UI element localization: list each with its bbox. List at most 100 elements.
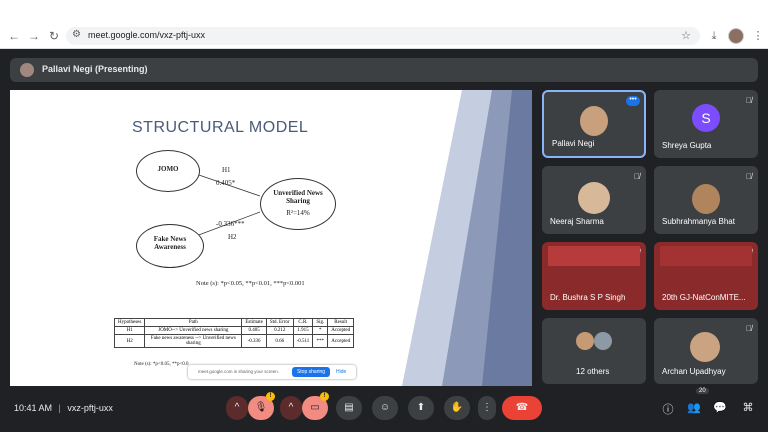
table-cell: Accepted [327, 334, 355, 348]
hide-link[interactable]: Hide [336, 369, 346, 375]
unverified-node: Unverified News Sharing R²=14% [260, 178, 336, 230]
activities-icon[interactable]: ⌘ [740, 401, 756, 414]
mic-options-button[interactable]: ^ [226, 396, 248, 420]
camera-options-button[interactable]: ^ [280, 396, 302, 420]
presenter-label: Pallavi Negi (Presenting) [42, 64, 148, 74]
table-header: Sig. [312, 318, 329, 327]
separator: | [58, 403, 61, 413]
site-info-icon[interactable]: ⚙ [72, 29, 81, 40]
download-icon[interactable]: ⤓ [706, 28, 722, 44]
table-cell: H1 [113, 326, 146, 335]
table-cell: *** [312, 334, 329, 348]
participant-video [548, 246, 640, 266]
jomo-node: JOMO [136, 150, 200, 192]
forward-icon[interactable]: → [26, 28, 42, 44]
table-header: Hypotheses [113, 318, 146, 327]
more-options-button[interactable]: ⋮ [478, 396, 496, 420]
table-header: C.R. [292, 318, 314, 327]
table-cell: * [312, 326, 329, 335]
participant-name: Shreya Gupta [662, 141, 712, 150]
table-cell: 0.405 [241, 326, 267, 335]
participant-video [692, 184, 720, 214]
h1-label: H1 [222, 166, 231, 174]
meeting-details-icon[interactable]: ⓘ [660, 401, 676, 417]
participant-avatar [594, 332, 612, 350]
captions-button[interactable]: ▤ [336, 396, 362, 420]
results-table: Hypotheses Path Estimate Std. Error C.R.… [113, 318, 355, 348]
participant-tile[interactable]: 🎙̸ S Shreya Gupta [654, 90, 758, 158]
participant-video [578, 182, 610, 214]
participant-tile[interactable]: 🎙̸ Subhrahmanya Bhat [654, 166, 758, 234]
table-cell: -0.336 [241, 334, 267, 348]
r2-label: R²=14% [286, 209, 310, 217]
table-cell: 0.66 [265, 334, 294, 348]
participant-name: 20th GJ-NatConMITE... [662, 293, 746, 302]
table-header-row: Hypotheses Path Estimate Std. Error C.R.… [113, 318, 355, 327]
chat-icon[interactable]: 💬 [712, 401, 728, 414]
participant-tile[interactable]: ••• Pallavi Negi [542, 90, 646, 158]
share-notice: meet.google.com is sharing your screen. … [188, 365, 356, 379]
table-note: Note (s): *p<0.05, **p<0.0 [134, 362, 189, 367]
significance-note: Note (s): *p<0.05, **p<0.01, ***p<0.001 [196, 280, 305, 287]
fake-news-node: Fake News Awareness [136, 224, 204, 268]
back-icon[interactable]: ← [6, 28, 22, 44]
stop-sharing-button[interactable]: Stop sharing [292, 367, 330, 377]
participant-video [660, 246, 752, 266]
participant-video [690, 332, 720, 362]
table-cell: Fake news awareness --> Unverified news … [144, 334, 243, 348]
h1-value: 0.405* [216, 179, 236, 187]
table-row: H2 Fake news awareness --> Unverified ne… [113, 334, 355, 348]
jomo-label: JOMO [157, 165, 179, 173]
table-cell: Accepted [327, 326, 355, 335]
fake-news-label: Fake News Awareness [153, 235, 187, 251]
mic-warning-icon: ! [266, 392, 275, 401]
browser-toolbar: ← → ↻ ⚙ meet.google.com/vxz-pftj-uxx ☆ ⤓… [0, 24, 768, 49]
presenter-avatar [20, 63, 34, 77]
reload-icon[interactable]: ↻ [46, 28, 62, 44]
menu-kebab-icon[interactable]: ⋮ [750, 28, 766, 44]
share-notice-text: meet.google.com is sharing your screen. [198, 369, 280, 374]
table-cell: JOMO--> Unverified news sharing [144, 326, 243, 335]
meeting-code: vxz-pftj-uxx [67, 403, 113, 413]
h2-value: -0.336*** [216, 220, 245, 228]
participant-tile[interactable]: 🎙̸ Archan Upadhyay [654, 318, 758, 384]
table-cell: 0.212 [265, 326, 294, 335]
table-cell: 1.915 [292, 326, 314, 335]
participant-name: Archan Upadhyay [662, 367, 726, 376]
participant-tile[interactable]: 🎙̸ 20th GJ-NatConMITE... [654, 242, 758, 310]
table-header: Result [327, 318, 355, 327]
more-options-icon[interactable]: ••• [626, 96, 640, 106]
mic-off-icon: 🎙̸ [746, 96, 752, 105]
participant-name: Dr. Bushra S P Singh [550, 293, 626, 302]
clock-time: 10:41 AM [14, 403, 53, 413]
unverified-label: Unverified News Sharing [273, 189, 323, 205]
table-row: H1 JOMO--> Unverified news sharing 0.405… [113, 326, 355, 335]
url-text: meet.google.com/vxz-pftj-uxx [88, 30, 206, 40]
shared-screen: STRUCTURAL MODEL JOMO Fake News Awarenes… [10, 90, 532, 386]
participant-avatar: S [692, 104, 720, 132]
table-cell: H2 [113, 334, 146, 348]
participant-name: Neeraj Sharma [550, 217, 604, 226]
participant-tile[interactable]: 12 others [542, 318, 646, 384]
emoji-button[interactable]: ☺ [372, 396, 398, 420]
bookmark-star-icon[interactable]: ☆ [678, 28, 694, 44]
profile-avatar[interactable] [728, 28, 744, 44]
people-icon[interactable]: 👥 [686, 401, 702, 414]
participant-name: Subhrahmanya Bhat [662, 217, 735, 226]
table-header: Path [144, 318, 243, 327]
others-label: 12 others [576, 367, 610, 376]
participant-tile[interactable]: 🎙̸ Dr. Bushra S P Singh [542, 242, 646, 310]
mic-off-icon: 🎙̸ [746, 324, 752, 333]
presenter-bar: Pallavi Negi (Presenting) [10, 58, 758, 82]
participant-video [580, 106, 608, 136]
leave-call-button[interactable]: ☎ [502, 396, 542, 420]
h2-label: H2 [228, 233, 237, 241]
participant-tile[interactable]: 🎙̸ Neeraj Sharma [542, 166, 646, 234]
table-header: Std. Error [265, 318, 294, 327]
address-bar[interactable]: ⚙ meet.google.com/vxz-pftj-uxx [66, 27, 700, 45]
participant-avatar [576, 332, 594, 350]
raise-hand-button[interactable]: ✋ [444, 396, 470, 420]
participant-name: Pallavi Negi [552, 139, 595, 148]
present-button[interactable]: ⬆ [408, 396, 434, 420]
mic-off-icon: 🎙̸ [746, 172, 752, 181]
